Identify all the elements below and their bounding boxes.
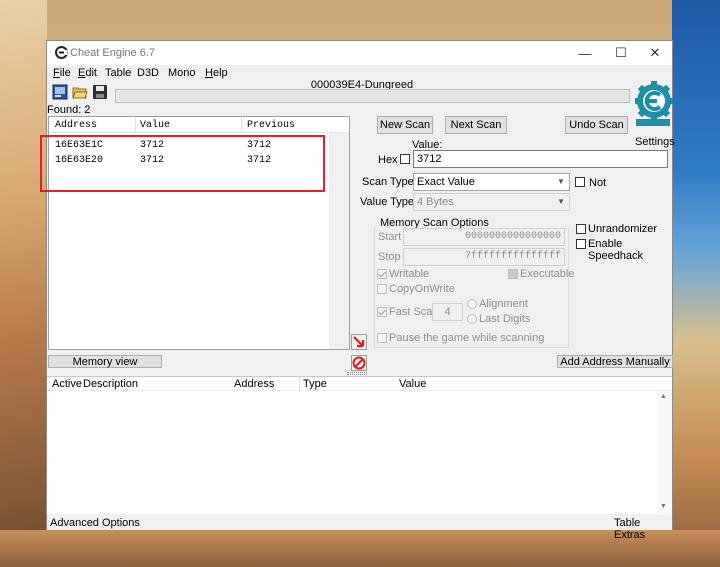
chevron-down-icon: ▼ bbox=[557, 177, 565, 186]
writable-checkbox[interactable] bbox=[377, 269, 387, 279]
save-icon[interactable] bbox=[92, 84, 108, 100]
not-checkbox[interactable] bbox=[575, 177, 585, 187]
last-digits-radio[interactable] bbox=[467, 314, 477, 324]
menu-table[interactable]: Table bbox=[105, 67, 131, 79]
col-previous[interactable]: Previous bbox=[247, 120, 295, 131]
memory-view-button[interactable]: Memory view bbox=[48, 355, 162, 368]
fast-scan-value-input[interactable]: 4 bbox=[432, 303, 463, 321]
advanced-options-link[interactable]: Advanced Options bbox=[50, 517, 140, 529]
col-address[interactable]: Address bbox=[234, 378, 274, 390]
highlight-annotation-box bbox=[40, 135, 325, 192]
chevron-down-icon: ▼ bbox=[557, 197, 565, 206]
scan-type-label: Scan Type bbox=[362, 176, 414, 188]
col-active[interactable]: Active bbox=[52, 378, 82, 390]
hex-label: Hex bbox=[378, 154, 398, 166]
pause-game-checkbox[interactable] bbox=[377, 333, 387, 343]
column-divider bbox=[135, 117, 136, 132]
value-input[interactable]: 3712 bbox=[413, 150, 668, 168]
fast-scan-checkbox[interactable] bbox=[377, 307, 387, 317]
next-scan-button[interactable]: Next Scan bbox=[445, 116, 507, 134]
minimize-button[interactable]: — bbox=[567, 41, 603, 65]
menu-edit[interactable]: Edit bbox=[78, 67, 97, 79]
maximize-button[interactable]: ☐ bbox=[603, 41, 639, 65]
unrandomizer-label: Unrandomizer bbox=[588, 223, 658, 235]
col-description[interactable]: Description bbox=[83, 378, 138, 390]
address-list-scrollbar[interactable]: ▲ ▼ bbox=[657, 391, 672, 515]
new-scan-button[interactable]: New Scan bbox=[377, 116, 433, 134]
menu-d3d[interactable]: D3D bbox=[137, 67, 159, 79]
start-address-input[interactable]: 0000000000000000 bbox=[403, 228, 565, 246]
column-divider bbox=[241, 117, 242, 132]
stop-address-input[interactable]: 7fffffffffffffff bbox=[403, 248, 565, 266]
cheat-engine-logo-icon[interactable] bbox=[633, 81, 673, 133]
value-type-label: Value Type bbox=[360, 196, 415, 208]
scroll-down-icon[interactable]: ▼ bbox=[660, 503, 667, 510]
desktop-background-bottom bbox=[0, 530, 720, 567]
writable-label: Writable bbox=[389, 268, 430, 280]
menu-mono[interactable]: Mono bbox=[168, 67, 196, 79]
add-address-manually-button[interactable]: Add Address Manually bbox=[557, 355, 673, 368]
value-type-select[interactable]: 4 Bytes ▼ bbox=[413, 193, 570, 211]
column-divider bbox=[299, 377, 300, 392]
add-to-list-arrow-icon[interactable] bbox=[351, 334, 367, 350]
scan-progress-bar bbox=[115, 89, 630, 103]
last-digits-label: Last Digits bbox=[479, 313, 531, 325]
stop-icon[interactable] bbox=[351, 355, 367, 371]
menu-file[interactable]: File bbox=[53, 67, 71, 79]
menu-help[interactable]: Help bbox=[205, 67, 228, 79]
pause-game-label: Pause the game while scanning bbox=[389, 332, 545, 344]
settings-label[interactable]: Settings bbox=[635, 136, 675, 148]
col-value[interactable]: Value bbox=[140, 120, 170, 131]
open-process-icon[interactable] bbox=[52, 84, 68, 100]
cheat-engine-icon bbox=[55, 46, 68, 59]
title-bar: Cheat Engine 6.7 — ☐ ✕ bbox=[47, 41, 672, 65]
unrandomizer-checkbox[interactable] bbox=[576, 224, 586, 234]
speedhack-label: Enable Speedhack bbox=[588, 238, 644, 262]
alignment-label: Alignment bbox=[479, 298, 528, 310]
scan-type-select[interactable]: Exact Value ▼ bbox=[413, 173, 570, 191]
not-label: Not bbox=[589, 177, 607, 189]
undo-scan-button[interactable]: Undo Scan bbox=[565, 116, 628, 134]
found-count: Found: 2 bbox=[47, 104, 91, 116]
copy-on-write-checkbox[interactable] bbox=[377, 284, 387, 294]
col-type[interactable]: Type bbox=[303, 378, 327, 390]
scan-type-value: Exact Value bbox=[417, 176, 475, 188]
copy-on-write-label: CopyOnWrite bbox=[389, 283, 455, 295]
desktop-background-right bbox=[672, 0, 720, 567]
table-extras-link[interactable]: Table Extras bbox=[614, 517, 672, 541]
address-list[interactable]: Active Description Address Type Value ▲ … bbox=[47, 376, 672, 515]
speedhack-checkbox[interactable] bbox=[576, 239, 586, 249]
col-address[interactable]: Address bbox=[55, 120, 97, 131]
value-type-value: 4 Bytes bbox=[417, 196, 454, 208]
status-bar: Advanced Options Table Extras bbox=[47, 515, 672, 541]
executable-checkbox[interactable] bbox=[508, 269, 518, 279]
desktop-background-left bbox=[0, 0, 47, 567]
splitter-handle[interactable] bbox=[347, 372, 367, 375]
start-label: Start bbox=[378, 231, 402, 243]
executable-label: Executable bbox=[520, 268, 575, 280]
results-header: Address Value Previous bbox=[49, 117, 349, 133]
cheat-engine-window: Cheat Engine 6.7 — ☐ ✕ File Edit Table D… bbox=[40, 40, 675, 541]
alignment-radio[interactable] bbox=[467, 299, 477, 309]
col-value[interactable]: Value bbox=[399, 378, 426, 390]
open-file-icon[interactable] bbox=[72, 84, 88, 100]
stop-label: Stop bbox=[378, 251, 401, 263]
window-title: Cheat Engine 6.7 bbox=[70, 47, 156, 59]
close-button[interactable]: ✕ bbox=[637, 41, 673, 65]
results-empty-area bbox=[329, 133, 349, 349]
address-list-header: Active Description Address Type Value bbox=[47, 377, 672, 392]
hex-checkbox[interactable] bbox=[400, 154, 410, 164]
scroll-up-icon[interactable]: ▲ bbox=[660, 393, 667, 400]
